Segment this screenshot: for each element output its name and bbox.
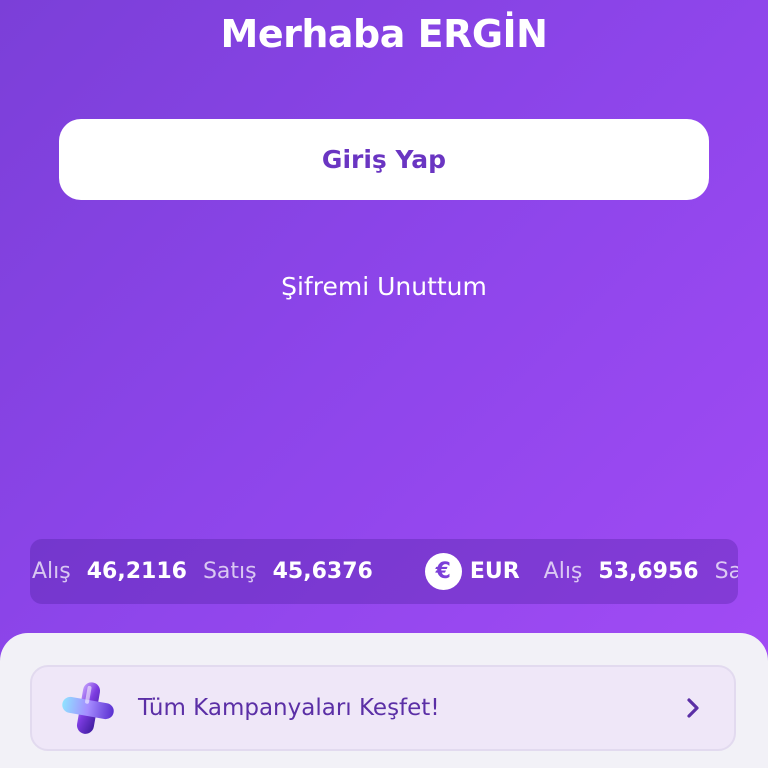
sell-label: Satış <box>714 559 738 584</box>
sell-value: 45,6376 <box>272 559 373 584</box>
chevron-right-icon <box>678 693 708 723</box>
plus-3d-icon <box>58 678 118 738</box>
campaigns-label: Tüm Kampanyaları Keşfet! <box>138 695 440 721</box>
campaigns-card[interactable]: Tüm Kampanyaları Keşfet! <box>30 665 736 751</box>
bottom-sheet: Tüm Kampanyaları Keşfet! <box>0 633 768 768</box>
forgot-password-link[interactable]: Şifremi Unuttum <box>0 272 768 301</box>
buy-label: Alış <box>32 559 71 584</box>
buy-value: 46,2116 <box>86 559 187 584</box>
sell-label: Satış <box>202 559 257 584</box>
currency-ticker[interactable]: Alış 46,2116 Satış 45,6376 € EUR Alış 53… <box>30 539 738 604</box>
buy-label: Alış <box>543 559 583 584</box>
login-button[interactable]: Giriş Yap <box>59 119 709 200</box>
ticker-track: Alış 46,2116 Satış 45,6376 € EUR Alış 53… <box>32 539 738 604</box>
greeting-title: Merhaba ERGİN <box>220 12 548 56</box>
currency-code: EUR <box>469 559 520 584</box>
login-screen: Merhaba ERGİN Giriş Yap Şifremi Unuttum … <box>0 0 768 768</box>
buy-value: 53,6956 <box>598 559 699 584</box>
euro-icon: € <box>424 553 462 590</box>
